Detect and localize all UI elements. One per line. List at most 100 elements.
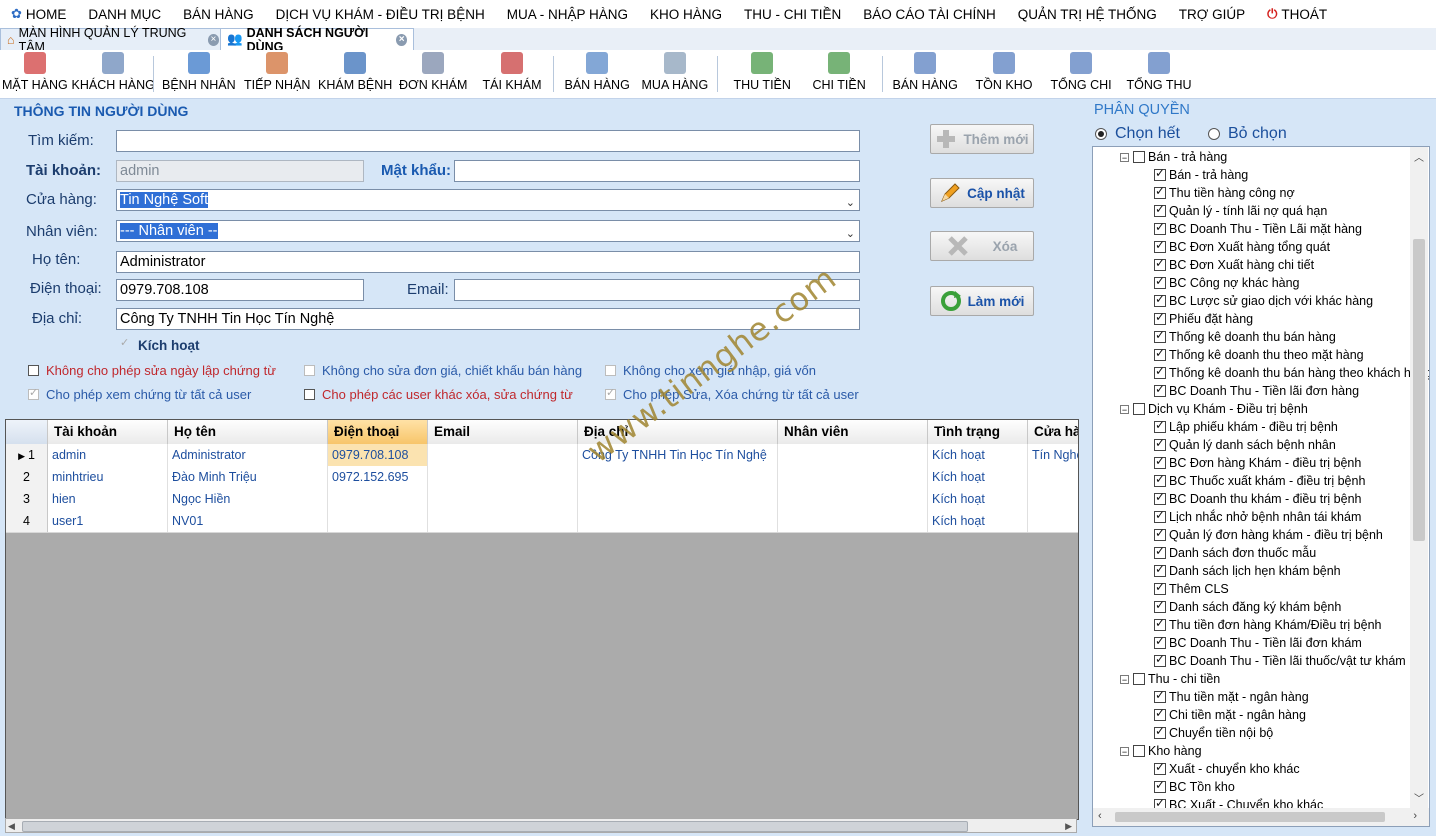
menu-item-7[interactable]: BÁO CÁO TÀI CHÍNH bbox=[852, 7, 1007, 22]
tree-item[interactable]: BC Công nợ khác hàng bbox=[1154, 274, 1300, 292]
toolbar-button-13[interactable]: TỔNG CHI bbox=[1051, 52, 1112, 92]
table-cell[interactable]: Kích hoạt bbox=[928, 444, 1028, 466]
name-input[interactable]: Administrator bbox=[116, 251, 860, 273]
table-cell[interactable] bbox=[578, 466, 778, 488]
checkbox-icon[interactable] bbox=[1154, 544, 1166, 559]
checkbox-icon[interactable] bbox=[1154, 454, 1166, 469]
user-grid[interactable]: Tài khoản Họ tên Điện thoại Email Địa chỉ Nhâ… bbox=[5, 419, 1079, 820]
toolbar-button-8[interactable]: MUA HÀNG bbox=[642, 52, 708, 92]
permissions-tree[interactable]: − Bán - trả hàng Bán - trả hàng Thu tiền hà… bbox=[1092, 146, 1430, 827]
checkbox-icon[interactable] bbox=[1154, 418, 1166, 433]
checkbox-icon[interactable] bbox=[1154, 436, 1166, 451]
add-new-button[interactable]: Thêm mới bbox=[930, 124, 1034, 154]
menu-item-3[interactable]: DỊCH VỤ KHÁM - ĐIỀU TRỊ BỆNH bbox=[265, 7, 496, 22]
tree-item[interactable]: Quản lý đơn hàng khám - điều trị bệnh bbox=[1154, 526, 1383, 544]
checkbox-icon[interactable] bbox=[1133, 403, 1145, 415]
table-cell[interactable] bbox=[1028, 488, 1078, 510]
checkbox-icon[interactable] bbox=[1154, 760, 1166, 775]
table-cell[interactable] bbox=[328, 488, 428, 510]
checkbox-icon[interactable] bbox=[1133, 151, 1145, 163]
tree-item[interactable]: Lập phiếu khám - điều trị bệnh bbox=[1154, 418, 1338, 436]
column-header-1[interactable]: Họ tên bbox=[168, 420, 328, 444]
checkbox-icon[interactable] bbox=[1154, 562, 1166, 577]
checkbox-icon[interactable] bbox=[1154, 220, 1166, 235]
checkbox-icon[interactable] bbox=[1154, 706, 1166, 721]
refresh-button[interactable]: Làm mới bbox=[930, 286, 1034, 316]
checkbox-icon[interactable] bbox=[1154, 598, 1166, 613]
toolbar-button-3[interactable]: TIẾP NHẬN bbox=[244, 52, 310, 92]
deselect-radio[interactable]: Bỏ chọn bbox=[1208, 125, 1287, 143]
menu-item-1[interactable]: DANH MỤC bbox=[77, 7, 172, 22]
tree-item[interactable]: Quản lý - tính lãi nợ quá hạn bbox=[1154, 202, 1327, 220]
table-cell[interactable]: Đào Minh Triệu bbox=[168, 466, 328, 488]
account-input[interactable]: admin bbox=[116, 160, 364, 182]
store-select[interactable]: Tin Nghệ Soft ⌄ bbox=[116, 189, 860, 211]
tree-item[interactable]: Danh sách đăng ký khám bệnh bbox=[1154, 598, 1341, 616]
column-header-3[interactable]: Email bbox=[428, 420, 578, 444]
grid-horizontal-scrollbar[interactable]: ◀ ▶ bbox=[5, 818, 1077, 833]
tree-horizontal-scrollbar[interactable]: ‹ › bbox=[1093, 808, 1429, 826]
table-row[interactable]: ▶ 1 admin Administrator 0979.708.108 Công Ty … bbox=[6, 444, 1078, 467]
tree-item[interactable]: Bán - trả hàng bbox=[1154, 166, 1248, 184]
checkbox-icon[interactable] bbox=[1154, 778, 1166, 793]
table-cell[interactable] bbox=[578, 510, 778, 532]
scroll-thumb[interactable] bbox=[22, 821, 968, 832]
menu-item-0[interactable]: ✿ HOME bbox=[0, 6, 77, 22]
table-cell[interactable]: minhtrieu bbox=[48, 466, 168, 488]
column-header-0[interactable]: Tài khoản bbox=[48, 420, 168, 444]
tree-item[interactable]: Thu tiền đơn hàng Khám/Điều trị bệnh bbox=[1154, 616, 1382, 634]
table-cell[interactable]: NV01 bbox=[168, 510, 328, 532]
tree-item[interactable]: Thêm CLS bbox=[1154, 580, 1229, 598]
password-input[interactable] bbox=[454, 160, 860, 182]
table-cell[interactable] bbox=[778, 488, 928, 510]
checkbox-icon[interactable] bbox=[1154, 688, 1166, 703]
tree-item[interactable]: Phiếu đặt hàng bbox=[1154, 310, 1253, 328]
checkbox-icon[interactable] bbox=[1154, 472, 1166, 487]
checkbox-icon[interactable] bbox=[1154, 184, 1166, 199]
collapse-icon[interactable]: − bbox=[1120, 152, 1129, 162]
checkbox-icon[interactable] bbox=[1154, 346, 1166, 361]
option-checkbox-1[interactable]: Không cho sửa đơn giá, chiết khấu bán hà… bbox=[304, 363, 582, 378]
chevron-up-icon[interactable]: ︿ bbox=[1414, 149, 1424, 164]
tree-item[interactable]: Danh sách lịch hẹn khám bệnh bbox=[1154, 562, 1341, 580]
chevron-down-icon[interactable]: ﹀ bbox=[1414, 790, 1424, 805]
tree-item[interactable]: Thống kê doanh thu bán hàng bbox=[1154, 328, 1336, 346]
checkbox-icon[interactable] bbox=[1154, 508, 1166, 523]
tree-item[interactable]: BC Thuốc xuất khám - điều trị bệnh bbox=[1154, 472, 1365, 490]
table-cell[interactable] bbox=[1028, 466, 1078, 488]
table-cell[interactable] bbox=[578, 488, 778, 510]
toolbar-button-2[interactable]: BỆNH NHÂN bbox=[162, 52, 236, 92]
table-cell[interactable]: hien bbox=[48, 488, 168, 510]
checkbox-icon[interactable] bbox=[1154, 310, 1166, 325]
checkbox-icon[interactable] bbox=[1154, 202, 1166, 217]
table-cell[interactable] bbox=[328, 510, 428, 532]
table-row[interactable]: 4 user1 NV01 Kích hoạt bbox=[6, 510, 1078, 533]
close-icon[interactable]: × bbox=[207, 33, 219, 46]
toolbar-button-10[interactable]: CHI TIỀN bbox=[813, 52, 866, 92]
table-cell[interactable] bbox=[428, 466, 578, 488]
staff-select[interactable]: --- Nhân viên -- ⌄ bbox=[116, 220, 860, 242]
checkbox-icon[interactable] bbox=[1154, 166, 1166, 181]
checkbox-icon[interactable] bbox=[1154, 274, 1166, 289]
tree-item[interactable]: Lịch nhắc nhở bệnh nhân tái khám bbox=[1154, 508, 1361, 526]
collapse-icon[interactable]: − bbox=[1120, 746, 1129, 756]
checkbox-icon[interactable] bbox=[1154, 616, 1166, 631]
toolbar-button-1[interactable]: KHÁCH HÀNG bbox=[72, 52, 155, 92]
tree-item[interactable]: Thống kê doanh thu bán hàng theo khách h… bbox=[1154, 364, 1429, 382]
menu-item-9[interactable]: TRỢ GIÚP bbox=[1168, 7, 1256, 22]
collapse-icon[interactable]: − bbox=[1120, 674, 1129, 684]
tree-item[interactable]: BC Đơn Xuất hàng tổng quát bbox=[1154, 238, 1330, 256]
table-row[interactable]: 3 hien Ngọc Hiền Kích hoạt bbox=[6, 488, 1078, 511]
menu-item-5[interactable]: KHO HÀNG bbox=[639, 7, 733, 22]
tree-item[interactable]: Thu tiền mặt - ngân hàng bbox=[1154, 688, 1309, 706]
tree-item[interactable]: BC Lược sử giao dịch với khác hàng bbox=[1154, 292, 1373, 310]
tree-item[interactable]: BC Đơn Xuất hàng chi tiết bbox=[1154, 256, 1314, 274]
checkbox-icon[interactable] bbox=[1154, 364, 1166, 379]
checkbox-icon[interactable] bbox=[1133, 745, 1145, 757]
collapse-icon[interactable]: − bbox=[1120, 404, 1129, 414]
tree-item[interactable]: Thu tiền hàng công nợ bbox=[1154, 184, 1295, 202]
tree-vertical-scrollbar[interactable]: ︿ ﹀ bbox=[1410, 147, 1428, 809]
toolbar-button-7[interactable]: BÁN HÀNG bbox=[565, 52, 630, 92]
tree-group-1[interactable]: − Dịch vụ Khám - Điều trị bệnh bbox=[1120, 400, 1308, 418]
checkbox-icon[interactable] bbox=[1154, 292, 1166, 307]
